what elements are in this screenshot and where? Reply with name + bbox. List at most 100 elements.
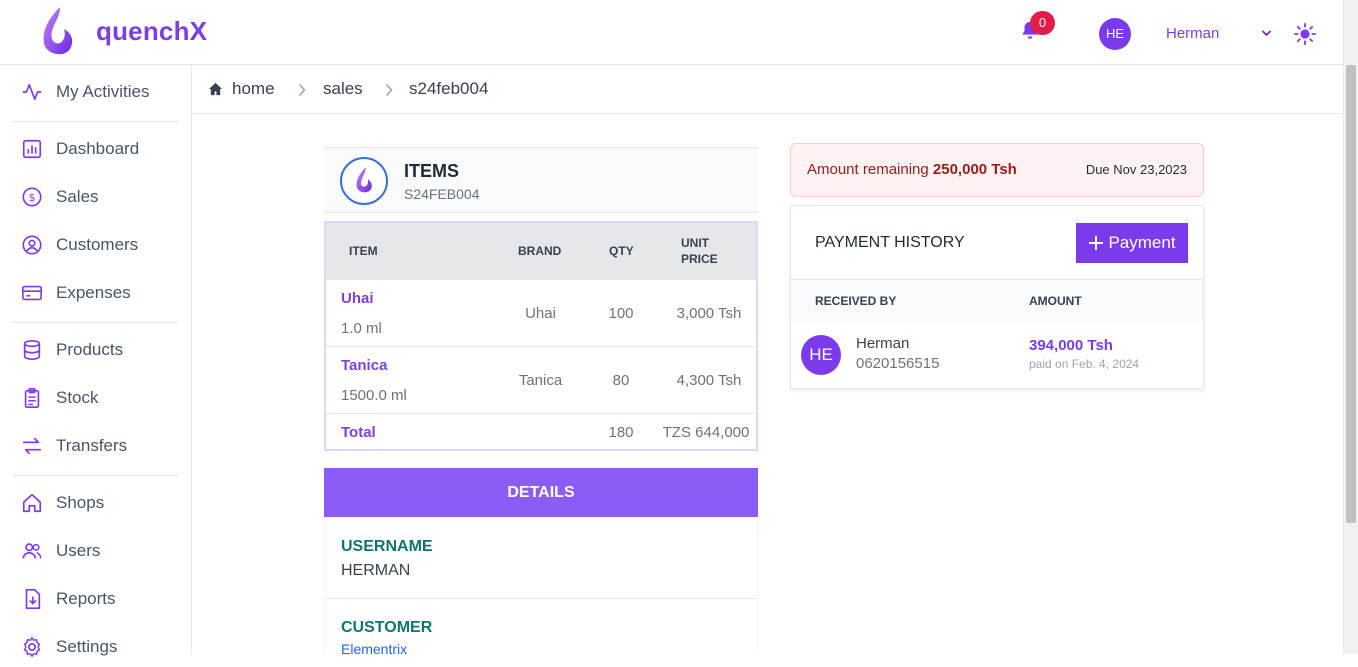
sidebar-item-customers[interactable]: Customers <box>0 225 191 265</box>
payment-date: paid on Feb. 4, 2024 <box>1029 357 1140 371</box>
sidebar-item-expenses[interactable]: Expenses <box>0 273 191 313</box>
sidebar-item-products[interactable]: Products <box>0 330 191 370</box>
sidebar-item-label: Expenses <box>56 283 131 302</box>
sidebar-item-label: My Activities <box>56 82 150 101</box>
column-header-unit-price: UNIT <box>681 236 709 250</box>
top-bar: quenchX 0 HE Herman <box>0 0 1343 65</box>
user-avatar[interactable]: HE <box>1099 18 1131 50</box>
table-header: ITEM BRAND QTY UNIT PRICE <box>326 223 756 279</box>
activity-icon <box>22 83 42 101</box>
details-username-section: USERNAME HERMAN <box>324 517 758 599</box>
add-payment-label: Payment <box>1108 233 1176 252</box>
clipboard-icon <box>24 388 40 408</box>
column-header-received-by: RECEIVED BY <box>815 294 897 308</box>
items-table: ITEM BRAND QTY UNIT PRICE Uhai 1.0 ml Uh… <box>324 221 758 451</box>
quenchx-logo-icon <box>340 157 388 205</box>
amount-remaining-text: Amount remaining 250,000 Tsh <box>807 161 1017 178</box>
item-qty: 80 <box>612 372 630 389</box>
sale-code: S24FEB004 <box>404 186 480 202</box>
sidebar-item-label: Shops <box>56 493 105 512</box>
quenchx-logo-icon[interactable] <box>38 5 76 59</box>
column-header-brand: BRAND <box>518 244 562 258</box>
details-customer-section: CUSTOMER Elementrix <box>324 600 758 657</box>
sidebar-item-label: Settings <box>56 637 118 656</box>
sidebar-item-dashboard[interactable]: Dashboard <box>0 129 191 169</box>
user-circle-icon <box>22 235 42 255</box>
customer-link[interactable]: Elementrix <box>341 641 407 657</box>
total-qty: 180 <box>608 424 634 441</box>
column-header-amount: AMOUNT <box>1029 294 1082 308</box>
sidebar-item-transfers[interactable]: Transfers <box>0 426 191 466</box>
user-menu-name[interactable]: Herman <box>1166 25 1219 42</box>
items-card: ITEMS S24FEB004 ITEM BRAND QTY UNIT PRIC… <box>324 147 758 452</box>
payment-history-title: PAYMENT HISTORY <box>815 234 965 251</box>
details-header[interactable]: DETAILS <box>324 468 758 517</box>
amount-remaining-alert: Amount remaining 250,000 Tsh Due Nov 23,… <box>790 143 1204 197</box>
scrollbar-thumb[interactable] <box>1346 65 1356 523</box>
payment-history-card: PAYMENT HISTORY Payment RECEIVED BY AMOU… <box>790 205 1204 389</box>
item-name[interactable]: Tanica <box>341 357 387 374</box>
total-amount: TZS 644,000 <box>662 424 750 441</box>
item-unit-price: 3,000 Tsh <box>676 305 742 322</box>
sidebar-divider <box>12 322 179 323</box>
breadcrumb: home sales s24feb004 <box>192 65 1343 114</box>
sidebar-item-sales[interactable]: $ Sales <box>0 177 191 217</box>
users-icon <box>22 543 42 559</box>
credit-card-icon <box>22 285 42 301</box>
item-name[interactable]: Uhai <box>341 290 374 307</box>
username-label: USERNAME <box>341 538 433 555</box>
item-size: 1500.0 ml <box>341 387 407 404</box>
item-qty: 100 <box>608 305 634 322</box>
home-icon <box>22 493 42 513</box>
items-title: ITEMS <box>404 161 460 181</box>
item-unit-price: 4,300 Tsh <box>676 372 742 389</box>
breadcrumb-current: s24feb004 <box>409 79 489 98</box>
item-size: 1.0 ml <box>341 320 382 337</box>
plus-icon <box>1089 236 1104 250</box>
page-scrollbar[interactable] <box>1343 0 1358 654</box>
database-icon <box>23 340 41 360</box>
payer-name: Herman <box>856 335 910 352</box>
sidebar-item-label: Stock <box>56 388 99 407</box>
avatar: HE <box>801 335 841 375</box>
theme-toggle-sun-icon[interactable] <box>1294 23 1316 45</box>
sidebar-item-label: Products <box>56 340 124 359</box>
item-brand: Tanica <box>518 372 563 389</box>
brand-name: quenchX <box>96 16 208 46</box>
amount-remaining-value: 250,000 Tsh <box>932 161 1017 178</box>
dollar-icon: $ <box>22 187 42 207</box>
sidebar-item-settings[interactable]: Settings <box>0 627 191 667</box>
sidebar-item-label: Users <box>56 541 101 560</box>
sidebar-item-label: Dashboard <box>56 139 140 158</box>
sidebar-item-my-activities[interactable]: My Activities <box>0 72 191 112</box>
sidebar-item-label: Transfers <box>56 436 128 455</box>
chart-icon <box>22 139 42 159</box>
sidebar-divider <box>12 475 179 476</box>
sidebar-item-label: Sales <box>56 187 99 206</box>
svg-text:$: $ <box>29 191 36 204</box>
chevron-right-icon <box>385 83 393 97</box>
payment-amount: 394,000 Tsh <box>1029 337 1113 354</box>
customer-label: CUSTOMER <box>341 619 433 636</box>
sidebar-divider <box>12 121 179 122</box>
chevron-down-icon[interactable] <box>1261 29 1272 37</box>
column-header-unit-price: PRICE <box>681 252 718 266</box>
payment-table-header: RECEIVED BY AMOUNT <box>791 279 1203 321</box>
add-payment-button[interactable]: Payment <box>1076 223 1188 263</box>
sidebar-item-stock[interactable]: Stock <box>0 378 191 418</box>
gear-icon <box>23 637 41 657</box>
home-icon[interactable] <box>208 82 223 96</box>
notification-badge: 0 <box>1030 11 1055 35</box>
sidebar-item-users[interactable]: Users <box>0 531 191 571</box>
table-row[interactable]: Tanica 1500.0 ml Tanica 80 4,300 Tsh <box>326 346 756 413</box>
sidebar-item-label: Customers <box>56 235 139 254</box>
total-label: Total <box>341 424 376 441</box>
sidebar-item-shops[interactable]: Shops <box>0 483 191 523</box>
breadcrumb-home[interactable]: home <box>232 79 275 99</box>
amount-remaining-label: Amount remaining <box>807 161 929 178</box>
sidebar-item-reports[interactable]: Reports <box>0 579 191 619</box>
report-icon <box>25 589 41 609</box>
table-total-row: Total 180 TZS 644,000 <box>326 413 756 449</box>
breadcrumb-sales[interactable]: sales <box>323 79 363 99</box>
table-row[interactable]: Uhai 1.0 ml Uhai 100 3,000 Tsh <box>326 279 756 346</box>
